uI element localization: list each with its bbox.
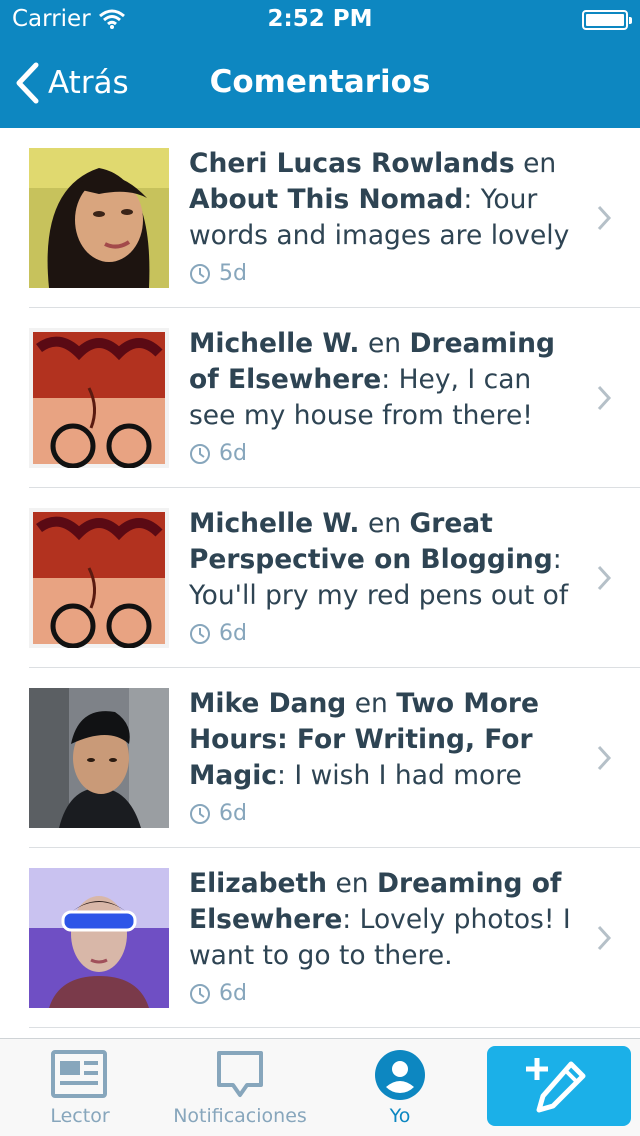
comment-time-label: 6d [219,441,247,466]
comment-connector: en [367,508,402,539]
back-chevron-icon [16,62,39,104]
comment-row[interactable]: Elizabeth en Dreaming of Elsewhere: Love… [0,848,640,1028]
back-button[interactable]: Atrás [14,62,129,104]
comment-time-label: 6d [219,621,247,646]
notifications-icon [217,1051,263,1097]
tab-reader-label: Lector [50,1105,110,1127]
me-icon [375,1050,425,1100]
write-post-button[interactable] [487,1046,631,1126]
chevron-right-icon [597,925,612,951]
comment-connector: en [367,328,402,359]
comment-time-label: 6d [219,801,247,826]
avatar [29,508,169,648]
comment-connector: en [335,868,369,899]
comment-text: Elizabeth en Dreaming of Elsewhere: Love… [189,866,579,1012]
status-bar: Carrier 2:52 PM [0,0,640,40]
comment-author: Mike Dang [189,688,347,719]
avatar [29,688,169,828]
comment-row[interactable]: Michelle W. en Great Perspective on Blog… [0,488,640,668]
comment-row[interactable]: Mike Dang en Two More Hours: For Writing… [0,668,640,848]
chevron-right-icon [597,745,612,771]
tab-notifications[interactable]: Notificaciones [160,1039,320,1136]
comment-author: Cheri Lucas Rowlands [189,148,515,179]
comment-time-label: 5d [219,261,247,286]
comment-list: Cheri Lucas Rowlands en About This Nomad… [0,128,640,1028]
comment-text: Mike Dang en Two More Hours: For Writing… [189,686,579,832]
comment-text: Michelle W. en Dreaming of Elsewhere: He… [189,326,579,472]
tab-me[interactable]: Yo [320,1039,480,1136]
chevron-right-icon [597,565,612,591]
comment-connector: en [354,688,388,719]
clock-icon [190,804,210,824]
comment-text: Cheri Lucas Rowlands en About This Nomad… [189,146,579,292]
comment-time: 6d [189,436,579,472]
clock-icon [190,264,210,284]
back-label: Atrás [48,65,129,101]
tab-me-label: Yo [389,1105,411,1127]
comment-time: 6d [189,976,579,1012]
clock-icon [190,444,210,464]
reader-icon [51,1050,107,1098]
status-time: 2:52 PM [267,6,373,32]
comment-author: Michelle W. [189,328,360,359]
tab-notifications-label: Notificaciones [173,1105,307,1127]
comment-connector: en [523,148,557,179]
page-title: Comentarios [209,64,431,100]
comment-author: Elizabeth [189,868,328,899]
header: Carrier 2:52 PM Atrás Comentarios [0,0,640,128]
avatar [29,148,169,288]
comment-excerpt: You'll pry my red pens out of [189,580,569,611]
clock-icon [190,984,210,1004]
chevron-right-icon [597,385,612,411]
tab-reader[interactable]: Lector [0,1039,160,1136]
comment-time: 5d [189,256,579,292]
avatar [29,328,169,468]
comment-excerpt: I wish I had more [294,760,522,791]
avatar [29,868,169,1008]
comment-post-title: About This Nomad [189,184,464,215]
comment-time-label: 6d [219,981,247,1006]
comment-time: 6d [189,796,579,832]
comment-row[interactable]: Cheri Lucas Rowlands en About This Nomad… [0,128,640,308]
write-post-icon [526,1058,586,1113]
comment-author: Michelle W. [189,508,360,539]
comment-time: 6d [189,616,579,652]
chevron-right-icon [597,205,612,231]
comment-text: Michelle W. en Great Perspective on Blog… [189,506,579,652]
battery-icon [582,10,632,30]
clock-icon [190,624,210,644]
comment-row[interactable]: Michelle W. en Dreaming of Elsewhere: He… [0,308,640,488]
